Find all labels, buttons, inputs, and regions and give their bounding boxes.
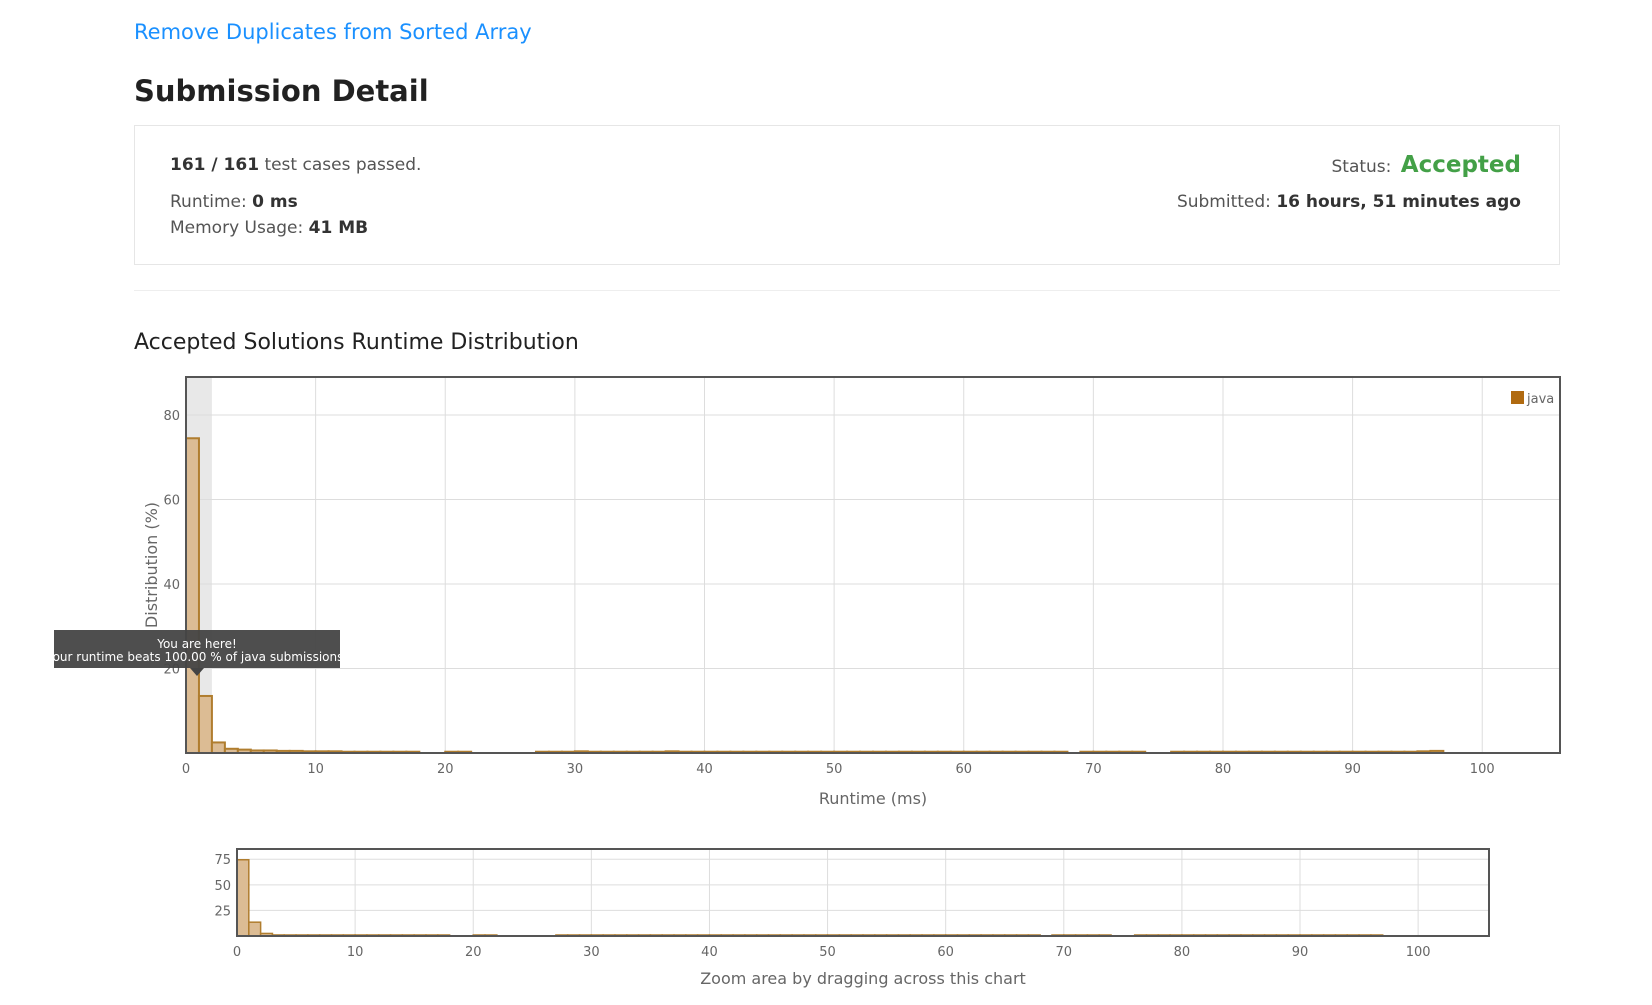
main-x-tick-label: 50 bbox=[826, 762, 843, 777]
navigator-x-tick-label: 70 bbox=[1056, 945, 1073, 960]
navigator-y-tick-label: 75 bbox=[214, 853, 231, 868]
navigator-x-tick-label: 50 bbox=[819, 945, 836, 960]
navigator-x-tick-label: 10 bbox=[347, 945, 364, 960]
navigator-caption: Zoom area by dragging across this chart bbox=[700, 969, 1026, 988]
main-x-tick-label: 20 bbox=[437, 762, 454, 777]
main-x-tick-label: 40 bbox=[696, 762, 713, 777]
runtime-distribution-charts: 0 10 20 30 40 50 60 70 80 90 10020406080Runtime (m… bbox=[46, 376, 1561, 988]
main-chart[interactable]: 0 10 20 30 40 50 60 70 80 90 10020406080Runtime (m… bbox=[46, 376, 1561, 808]
main-y-tick-label: 40 bbox=[163, 578, 180, 593]
main-x-tick-label: 60 bbox=[955, 762, 972, 777]
navigator-x-tick-label: 0 bbox=[233, 945, 241, 960]
navigator-x-tick-label: 40 bbox=[701, 945, 718, 960]
navigator-x-tick-label: 90 bbox=[1292, 945, 1309, 960]
navigator-chart[interactable]: 0 10 20 30 40 50 60 70 80 90 100 25 50 75 Zoom area by… bbox=[214, 848, 1490, 988]
navigator-plot-background bbox=[237, 849, 1489, 936]
tooltip-line-2: Your runtime beats 100.00 % of java subm… bbox=[46, 650, 347, 664]
navigator-y-tick-label: 50 bbox=[214, 879, 231, 894]
main-x-tick-label: 10 bbox=[307, 762, 324, 777]
navigator-x-tick-label: 20 bbox=[465, 945, 482, 960]
x-axis-title: Runtime (ms) bbox=[819, 789, 927, 808]
main-y-tick-label: 60 bbox=[163, 494, 180, 509]
main-x-tick-label: 100 bbox=[1470, 762, 1495, 777]
main-x-tick-label: 70 bbox=[1085, 762, 1102, 777]
navigator-x-tick-label: 30 bbox=[583, 945, 600, 960]
legend-label-java: java bbox=[1526, 392, 1554, 407]
main-y-tick-label: 80 bbox=[163, 409, 180, 424]
main-x-tick-label: 30 bbox=[567, 762, 584, 777]
y-axis-title: Distribution (%) bbox=[142, 502, 161, 628]
tooltip-line-1: You are here! bbox=[156, 637, 237, 651]
main-bar bbox=[197, 694, 213, 755]
main-plot-background bbox=[186, 377, 1560, 753]
legend-swatch-java bbox=[1511, 391, 1524, 404]
navigator-x-tick-label: 100 bbox=[1406, 945, 1431, 960]
main-x-tick-label: 90 bbox=[1344, 762, 1361, 777]
main-bar bbox=[185, 437, 200, 754]
main-x-tick-label: 80 bbox=[1215, 762, 1232, 777]
navigator-x-tick-label: 60 bbox=[937, 945, 954, 960]
navigator-x-tick-label: 80 bbox=[1174, 945, 1191, 960]
main-bar bbox=[210, 741, 226, 755]
main-x-tick-label: 0 bbox=[182, 762, 190, 777]
navigator-y-tick-label: 25 bbox=[214, 904, 231, 919]
navigator-bar bbox=[248, 921, 262, 937]
navigator-bar bbox=[236, 858, 250, 937]
